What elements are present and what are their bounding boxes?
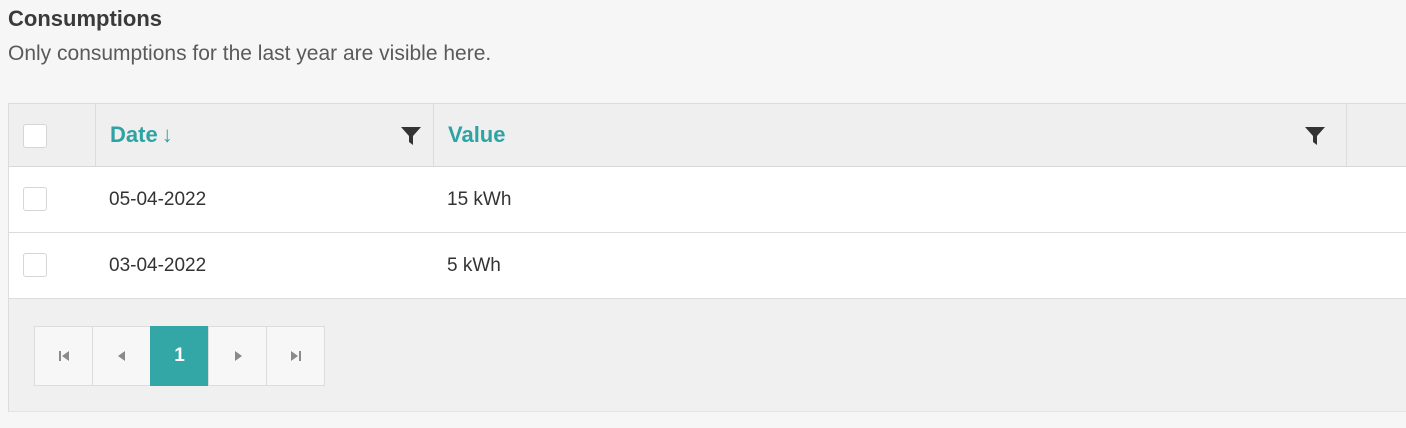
page-button-current[interactable]: 1 (150, 326, 209, 386)
column-header-date-label: Date (110, 122, 158, 147)
last-page-button[interactable] (266, 326, 325, 386)
value-cell: 15 kWh (447, 189, 512, 210)
value-cell: 5 kWh (447, 255, 501, 276)
table-row[interactable]: 03-04-2022 5 kWh (9, 233, 1406, 299)
row-checkbox[interactable] (23, 187, 47, 211)
last-page-icon (290, 351, 301, 361)
first-page-button[interactable] (34, 326, 93, 386)
previous-page-icon (117, 351, 125, 361)
table-row[interactable]: 05-04-2022 15 kWh (9, 167, 1406, 233)
column-header-value-label: Value (448, 122, 506, 147)
next-page-button[interactable] (208, 326, 267, 386)
select-all-checkbox[interactable] (23, 124, 47, 148)
consumptions-grid: Date ↓ Value 05-04-2022 15 kWh 03-04-2022… (8, 103, 1406, 412)
row-checkbox[interactable] (23, 253, 47, 277)
select-all-cell (9, 104, 95, 166)
previous-page-button[interactable] (92, 326, 151, 386)
date-cell: 03-04-2022 (109, 255, 207, 276)
next-page-icon (234, 351, 242, 361)
section-title: Consumptions (8, 6, 162, 31)
column-header-empty (1346, 104, 1406, 166)
grid-header: Date ↓ Value (9, 104, 1406, 167)
filter-icon[interactable] (1304, 125, 1326, 147)
column-header-value[interactable]: Value (433, 104, 1346, 166)
first-page-icon (58, 351, 69, 361)
filter-icon[interactable] (400, 125, 422, 147)
section-subtitle: Only consumptions for the last year are … (8, 42, 492, 65)
pagination: 1 (34, 326, 325, 386)
date-cell: 05-04-2022 (109, 189, 207, 210)
sort-descending-icon: ↓ (161, 122, 173, 147)
column-header-date[interactable]: Date ↓ (95, 104, 433, 166)
